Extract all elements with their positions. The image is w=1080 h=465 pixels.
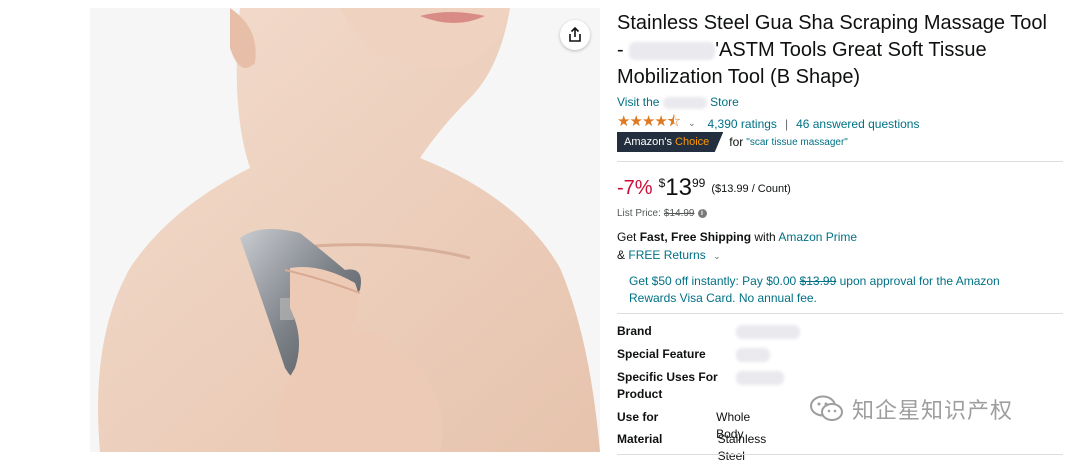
redacted-value-blur (736, 370, 784, 385)
title-line3: Mobilization Tool (B Shape) (617, 66, 861, 88)
amazons-choice-badge: Amazon's Choice (617, 132, 724, 152)
section-divider (617, 161, 1063, 162)
promo-text-a: Get $50 off instantly: Pay $0.00 (629, 274, 797, 288)
free-returns-link[interactable]: FREE Returns (628, 248, 705, 262)
spec-row-brand: Brand (617, 323, 800, 340)
redacted-store-blur (662, 96, 707, 109)
ship-fast-free: Fast, Free Shipping (639, 230, 752, 244)
watermark-text: 知企星知识产权 (852, 399, 1014, 424)
product-title: Stainless Steel Gua Sha Scraping Massage… (617, 10, 1067, 91)
product-photo-illustration (90, 8, 600, 452)
title-line2-suffix: 'ASTM Tools Great Soft Tissue (715, 39, 987, 61)
title-line1: Stainless Steel Gua Sha Scraping Massage… (617, 12, 1047, 34)
amazons-choice-row: Amazon's Choice for "scar tissue massage… (617, 132, 848, 152)
redacted-brand-blur (629, 41, 716, 60)
list-price-value: $14.99 (663, 208, 695, 219)
spec-row-special-feature: Special Feature (617, 346, 770, 363)
list-price-label: List Price: (617, 208, 661, 219)
badge-prefix: Amazon's (624, 136, 672, 148)
store-suffix: Store (710, 95, 739, 109)
watermark: 知企星知识产权 (810, 393, 1013, 425)
redacted-value-blur (736, 324, 800, 339)
ship-get: Get (617, 230, 637, 244)
list-price: List Price: $14.99 i (617, 208, 707, 219)
badge-for-text: for (729, 135, 744, 149)
info-icon[interactable]: i (697, 209, 707, 218)
ratings-count-link[interactable]: 4,390 ratings (708, 117, 777, 131)
chevron-down-icon[interactable]: ⌄ (713, 251, 721, 261)
spec-label: Specific Uses For Product (617, 370, 718, 401)
share-button[interactable] (560, 20, 590, 50)
spec-value (736, 346, 770, 363)
spec-label: Special Feature (617, 347, 706, 361)
answered-questions-link[interactable]: 46 answered questions (796, 117, 919, 131)
wechat-icon (810, 395, 843, 421)
product-image[interactable] (90, 8, 600, 452)
discount-percent: -7% (617, 177, 653, 199)
price-per-unit: ($13.99 / Count) (711, 183, 791, 195)
price-fraction: 99 (691, 176, 706, 190)
shipping-line: Get Fast, Free Shipping with Amazon Prim… (617, 230, 857, 244)
spec-value (736, 323, 800, 340)
redacted-value-blur (736, 347, 770, 362)
chevron-down-icon[interactable]: ⌄ (688, 118, 696, 129)
spec-label: Brand (617, 324, 652, 338)
price-block: -7% $ 13 99 ($13.99 / Count) (617, 174, 791, 202)
rating-separator: | (784, 116, 789, 131)
price-whole: 13 (665, 174, 692, 201)
price-currency: $ (658, 176, 666, 190)
section-divider (617, 313, 1063, 314)
store-prefix: Visit the (617, 95, 660, 109)
share-icon (569, 27, 581, 42)
section-divider (617, 454, 1063, 455)
returns-amp: & (617, 248, 626, 262)
returns-line: & FREE Returns ⌄ (617, 248, 733, 262)
title-line2-prefix: - (617, 39, 624, 61)
visit-store-link[interactable]: Visit the Store (617, 95, 739, 109)
spec-value (736, 369, 784, 403)
promo-strike: $13.99 (799, 274, 837, 288)
badge-choice: Choice (675, 136, 710, 148)
badge-query-link[interactable]: "scar tissue massager" (746, 137, 848, 148)
rewards-promo-link[interactable]: Get $50 off instantly: Pay $0.00 $13.99 … (629, 273, 1049, 307)
ship-with: with (754, 230, 776, 244)
amazon-prime-link[interactable]: Amazon Prime (778, 230, 857, 244)
